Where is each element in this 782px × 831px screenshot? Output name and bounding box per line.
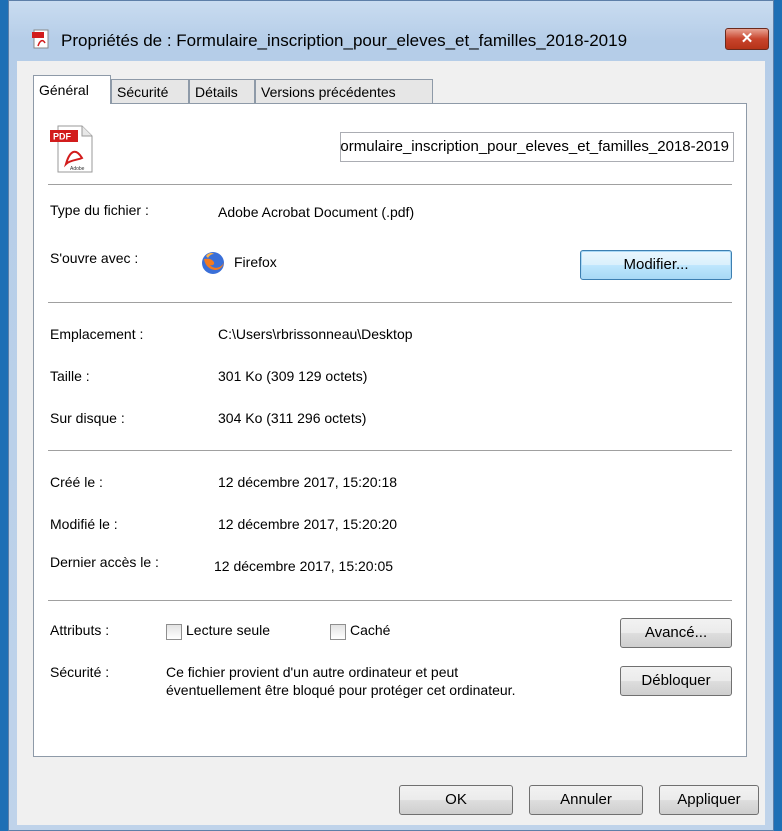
advanced-button[interactable]: Avancé...: [620, 618, 732, 648]
tab-details[interactable]: Détails: [189, 79, 255, 103]
close-button[interactable]: ✕: [725, 28, 769, 50]
cancel-button[interactable]: Annuler: [529, 785, 643, 815]
pdf-icon: [32, 29, 49, 49]
ok-button[interactable]: OK: [399, 785, 513, 815]
separator: [48, 184, 732, 185]
window-title: Propriétés de : Formulaire_inscription_p…: [61, 31, 628, 50]
separator: [48, 450, 732, 451]
tab-security[interactable]: Sécurité: [111, 79, 189, 103]
accessed-label: Dernier accès le :: [50, 554, 159, 570]
location-label: Emplacement :: [50, 326, 144, 342]
disk-size-label: Sur disque :: [50, 410, 125, 426]
hidden-label[interactable]: Caché: [350, 622, 390, 638]
created-value: 12 décembre 2017, 15:20:18: [218, 474, 398, 490]
modified-label: Modifié le :: [50, 516, 118, 532]
opens-with-label: S'ouvre avec :: [50, 250, 139, 266]
readonly-label[interactable]: Lecture seule: [186, 622, 270, 638]
separator: [48, 600, 732, 601]
created-label: Créé le :: [50, 474, 103, 490]
file-name-field[interactable]: Formulaire_inscription_pour_eleves_et_fa…: [340, 132, 734, 162]
unblock-button[interactable]: Débloquer: [620, 666, 732, 696]
modify-button[interactable]: Modifier...: [580, 250, 732, 280]
security-label: Sécurité :: [50, 664, 110, 680]
hidden-checkbox[interactable]: [330, 624, 346, 640]
security-warning-line-1: Ce fichier provient d'un autre ordinateu…: [166, 664, 459, 680]
pdf-file-icon: PDF Adobe: [50, 125, 93, 173]
file-type-value: Adobe Acrobat Document (.pdf): [218, 204, 415, 220]
file-type-label: Type du fichier :: [50, 202, 149, 218]
svg-text:PDF: PDF: [53, 132, 72, 142]
opens-with-app: Firefox: [234, 254, 277, 270]
attributes-label: Attributs :: [50, 622, 110, 638]
size-value: 301 Ko (309 129 octets): [218, 368, 368, 384]
dialog-client: Général Sécurité Détails Versions précéd…: [17, 61, 765, 825]
size-label: Taille :: [50, 368, 90, 384]
readonly-checkbox[interactable]: [166, 624, 182, 640]
general-panel: PDF Adobe Formulaire_inscription_pour_el…: [33, 103, 747, 757]
location-value: C:\Users\rbrissonneau\Desktop: [218, 326, 413, 342]
modified-value: 12 décembre 2017, 15:20:20: [218, 516, 398, 532]
firefox-icon: [202, 252, 224, 274]
separator: [48, 302, 732, 303]
tab-previous-versions[interactable]: Versions précédentes: [255, 79, 433, 103]
title-bar[interactable]: Propriétés de : Formulaire_inscription_p…: [9, 1, 773, 50]
svg-text:Adobe: Adobe: [70, 166, 85, 172]
disk-size-value: 304 Ko (311 296 octets): [218, 410, 367, 426]
apply-button[interactable]: Appliquer: [659, 785, 759, 815]
tab-general[interactable]: Général: [33, 75, 111, 104]
security-warning-line-2: éventuellement être bloqué pour protéger…: [166, 682, 516, 698]
properties-window: Propriétés de : Formulaire_inscription_p…: [8, 0, 774, 831]
accessed-value: 12 décembre 2017, 15:20:05: [214, 558, 394, 574]
